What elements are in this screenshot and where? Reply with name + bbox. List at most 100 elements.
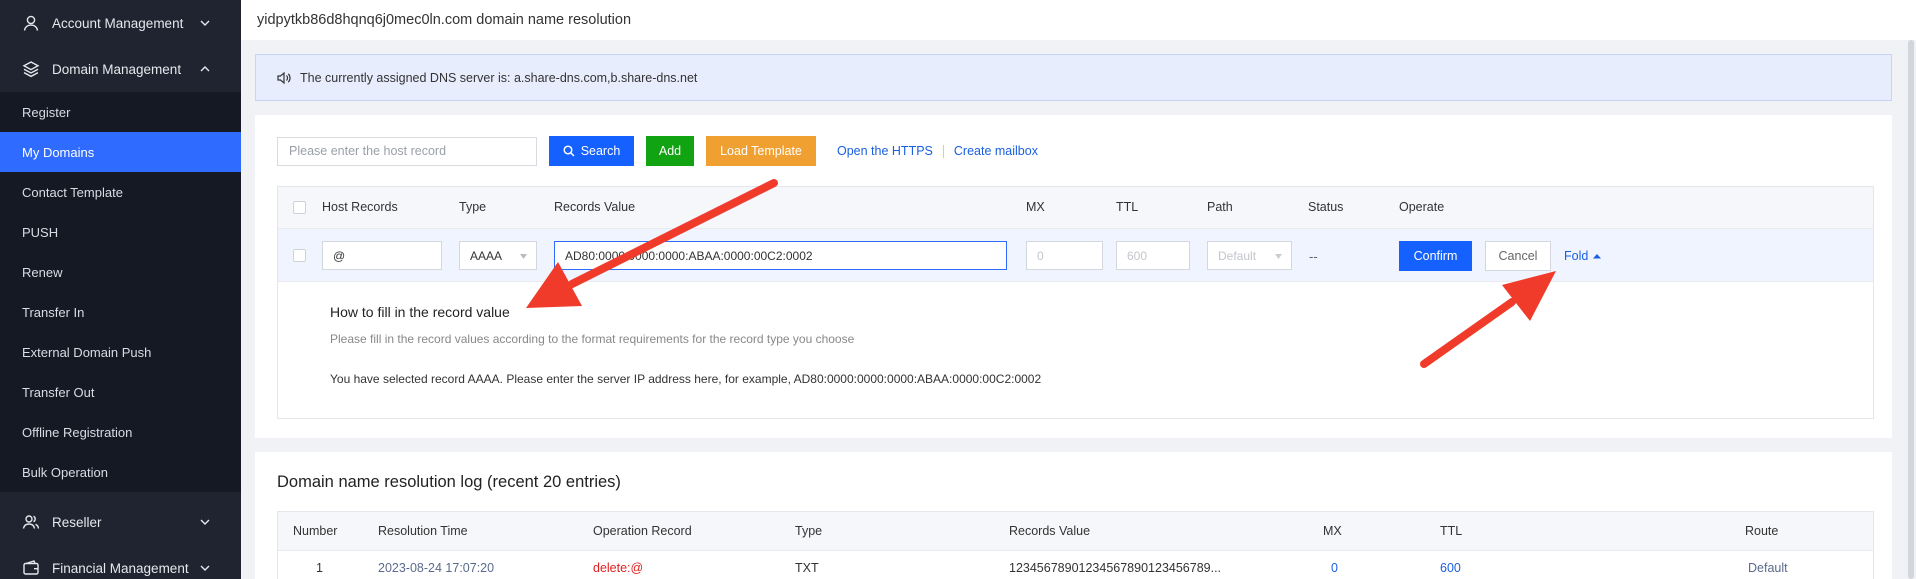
log-route: Default: [1748, 561, 1788, 575]
host-record-search-input[interactable]: [277, 136, 537, 166]
sidebar-item-push[interactable]: PUSH: [0, 212, 241, 252]
sidebar-item-renew[interactable]: Renew: [0, 252, 241, 292]
col-records-value: Records Value: [554, 200, 636, 214]
sidebar-group-label: Financial Management: [52, 560, 189, 576]
sidebar-group-label: Account Management: [52, 15, 184, 31]
link-divider: [942, 144, 944, 158]
col-type: Type: [795, 524, 823, 538]
create-mailbox-link[interactable]: Create mailbox: [954, 144, 1038, 158]
speaker-icon: [276, 70, 292, 86]
sidebar: Account Management Domain Management Reg…: [0, 0, 241, 579]
ttl-field[interactable]: 600: [1116, 241, 1190, 270]
search-button-label: Search: [580, 144, 621, 158]
mx-field[interactable]: 0: [1026, 241, 1103, 270]
col-records-value: Records Value: [1009, 524, 1091, 538]
log-title: Domain name resolution log (recent 20 en…: [277, 473, 621, 491]
search-icon: [563, 145, 575, 157]
log-number: 1: [316, 561, 323, 575]
wallet-icon: [22, 559, 40, 577]
sidebar-item-contact-template[interactable]: Contact Template: [0, 172, 241, 212]
help-title: How to fill in the record value: [330, 304, 510, 320]
sidebar-item-transfer-out[interactable]: Transfer Out: [0, 372, 241, 412]
resolution-log-card: Domain name resolution log (recent 20 en…: [255, 452, 1892, 579]
log-type: TXT: [795, 561, 819, 575]
sidebar-group-label: Domain Management: [52, 61, 182, 77]
host-record-field[interactable]: @: [322, 241, 442, 270]
scrollbar-thumb[interactable]: [1908, 40, 1914, 579]
log-operation: delete:@: [593, 561, 644, 575]
col-route: Route: [1745, 524, 1779, 538]
row-checkbox[interactable]: [293, 249, 306, 262]
record-value-help: How to fill in the record value Please f…: [278, 282, 1873, 418]
help-example: You have selected record AAAA. Please en…: [330, 372, 1042, 386]
col-mx: MX: [1026, 200, 1045, 214]
sidebar-group-account[interactable]: Account Management: [0, 0, 241, 46]
sidebar-submenu: Register My Domains Contact Template PUS…: [0, 92, 241, 492]
col-resolution-time: Resolution Time: [378, 524, 468, 538]
sidebar-group-reseller[interactable]: Reseller: [0, 499, 241, 545]
caret-down-icon: [520, 254, 527, 259]
log-table-header: Number Resolution Time Operation Record …: [278, 512, 1873, 551]
chevron-up-icon: [200, 66, 210, 72]
sidebar-item-register[interactable]: Register: [0, 92, 241, 132]
log-ttl: 600: [1440, 561, 1461, 575]
sidebar-item-transfer-in[interactable]: Transfer In: [0, 292, 241, 332]
open-https-link[interactable]: Open the HTTPS: [837, 144, 933, 158]
col-type: Type: [459, 200, 487, 214]
sidebar-group-financial[interactable]: Financial Management: [0, 545, 241, 579]
table-row: 1 2023-08-24 17:07:20 delete:@ TXT 12345…: [278, 551, 1873, 579]
sidebar-group-label: Reseller: [52, 514, 102, 530]
layers-icon: [22, 60, 40, 78]
col-status: Status: [1308, 200, 1344, 214]
fold-label: Fold: [1564, 249, 1589, 263]
notice-text: The currently assigned DNS server is: a.…: [300, 70, 698, 85]
records-toolbar: Search Add Load Template Open the HTTPS …: [277, 136, 1038, 166]
search-button[interactable]: Search: [549, 136, 634, 166]
col-operate: Operate: [1399, 200, 1445, 214]
type-select-value: AAAA: [470, 248, 503, 263]
sidebar-item-bulk-operation[interactable]: Bulk Operation: [0, 452, 241, 492]
col-ttl: TTL: [1440, 524, 1463, 538]
path-select-value: Default: [1218, 248, 1257, 263]
col-ttl: TTL: [1116, 200, 1139, 214]
users-icon: [22, 513, 40, 531]
col-operation-record: Operation Record: [593, 524, 692, 538]
log-records-value: 12345678901234567890123456789...: [1009, 561, 1222, 575]
user-icon: [22, 14, 40, 32]
path-select[interactable]: Default: [1207, 241, 1292, 270]
sidebar-group-domain[interactable]: Domain Management: [0, 46, 241, 92]
type-select[interactable]: AAAA: [459, 241, 537, 270]
log-table: Number Resolution Time Operation Record …: [277, 511, 1874, 579]
chevron-down-icon: [200, 20, 210, 26]
col-mx: MX: [1323, 524, 1342, 538]
log-mx: 0: [1331, 561, 1338, 575]
page-title: yidpytkb86d8hqnq6j0mec0ln.com domain nam…: [257, 12, 632, 28]
record-edit-row: @ AAAA AD80:0000:0000:0000:ABAA:0000:00C…: [278, 229, 1873, 282]
col-path: Path: [1207, 200, 1233, 214]
col-number: Number: [293, 524, 338, 538]
select-all-checkbox[interactable]: [293, 201, 306, 214]
page-header: yidpytkb86d8hqnq6j0mec0ln.com domain nam…: [241, 0, 1916, 40]
page-scrollbar[interactable]: [1906, 40, 1916, 579]
chevron-down-icon: [200, 519, 210, 525]
records-table-header: Host Records Type Records Value MX TTL P…: [278, 187, 1873, 229]
records-card: Search Add Load Template Open the HTTPS …: [255, 115, 1892, 438]
status-value: --: [1309, 249, 1318, 264]
dns-notice: The currently assigned DNS server is: a.…: [255, 54, 1892, 101]
sidebar-item-my-domains[interactable]: My Domains: [0, 132, 241, 172]
caret-down-icon: [1275, 254, 1282, 259]
chevron-down-icon: [200, 565, 210, 571]
fold-toggle[interactable]: Fold: [1564, 249, 1602, 263]
load-template-button[interactable]: Load Template: [706, 136, 816, 166]
cancel-button[interactable]: Cancel: [1485, 241, 1551, 271]
records-table: Host Records Type Records Value MX TTL P…: [277, 186, 1874, 419]
add-record-button[interactable]: Add: [646, 136, 694, 166]
log-time: 2023-08-24 17:07:20: [378, 561, 495, 575]
sidebar-item-external-domain-push[interactable]: External Domain Push: [0, 332, 241, 372]
records-value-field[interactable]: AD80:0000:0000:0000:ABAA:0000:00C2:0002: [554, 241, 1007, 270]
col-host-records: Host Records: [322, 200, 398, 214]
help-description: Please fill in the record values accordi…: [330, 332, 855, 346]
sidebar-item-offline-registration[interactable]: Offline Registration: [0, 412, 241, 452]
confirm-button[interactable]: Confirm: [1399, 241, 1472, 271]
caret-up-icon: [1593, 254, 1602, 259]
